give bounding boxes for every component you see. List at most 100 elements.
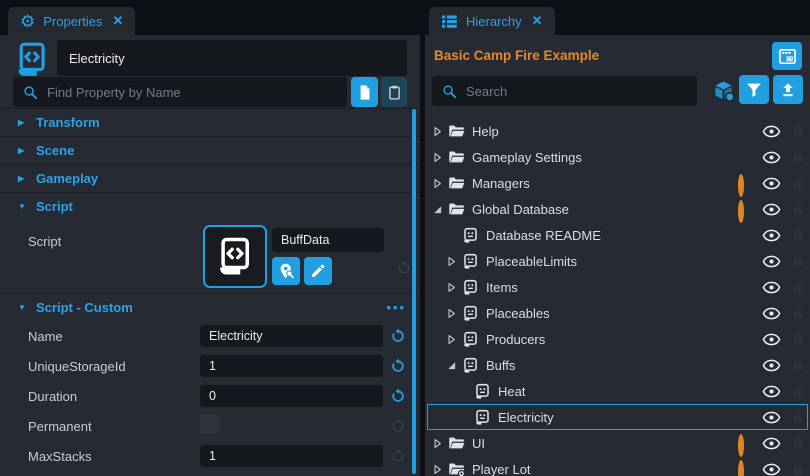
visibility-eye-icon[interactable]: [762, 460, 781, 476]
tree-row-label: Heat: [498, 384, 738, 399]
script-asset-slot[interactable]: [203, 225, 267, 288]
expand-chevron-icon[interactable]: [430, 124, 445, 139]
lock-icon[interactable]: [791, 254, 805, 268]
visibility-eye-icon[interactable]: [762, 200, 781, 219]
lock-icon[interactable]: [791, 384, 805, 398]
find-asset-button[interactable]: [272, 257, 300, 285]
tree-row-producers[interactable]: Producers: [425, 326, 810, 352]
section-script-custom[interactable]: ▼ Script - Custom •••: [0, 293, 420, 321]
visibility-eye-icon[interactable]: [762, 148, 781, 167]
reset-icon[interactable]: [390, 418, 406, 434]
permanent-checkbox[interactable]: [200, 414, 220, 434]
lock-icon[interactable]: [791, 332, 805, 346]
visibility-eye-icon[interactable]: [762, 382, 781, 401]
tree-row-gameplay-settings[interactable]: Gameplay Settings: [425, 144, 810, 170]
tree-row-label: Placeables: [486, 306, 738, 321]
section-gameplay[interactable]: ▶ Gameplay: [0, 164, 420, 192]
section-script[interactable]: ▼ Script: [0, 192, 420, 220]
tree-row-placeablelimits[interactable]: PlaceableLimits: [425, 248, 810, 274]
section-scene[interactable]: ▶ Scene: [0, 136, 420, 164]
script-scroll-icon: [214, 236, 256, 278]
expand-chevron-icon[interactable]: [444, 280, 459, 295]
reset-icon[interactable]: [396, 260, 412, 276]
maxstacks-value-field[interactable]: [200, 445, 383, 467]
tree-row-items[interactable]: Items: [425, 274, 810, 300]
group-objects-cube-icon[interactable]: [712, 79, 736, 103]
tree-row-managers[interactable]: Managers: [425, 170, 810, 196]
property-row-name: Name: [0, 321, 420, 351]
property-label: MaxStacks: [28, 449, 200, 464]
lock-icon[interactable]: [791, 410, 805, 424]
paste-properties-button[interactable]: [381, 77, 407, 107]
lock-icon[interactable]: [791, 202, 805, 216]
collapse-chevron-icon[interactable]: [430, 202, 445, 217]
reset-icon[interactable]: [390, 448, 406, 464]
tree-row-player-lot[interactable]: Player Lot: [425, 456, 810, 476]
duration-value-field[interactable]: [200, 385, 383, 407]
visibility-eye-icon[interactable]: [762, 434, 781, 453]
visibility-eye-icon[interactable]: [762, 356, 781, 375]
more-options-icon[interactable]: •••: [386, 300, 406, 315]
close-icon[interactable]: ✕: [113, 13, 124, 29]
lock-icon[interactable]: [791, 124, 805, 138]
reset-icon[interactable]: [390, 358, 406, 374]
expand-chevron-icon[interactable]: [430, 462, 445, 476]
visibility-eye-icon[interactable]: [762, 226, 781, 245]
tree-row-buffs[interactable]: Buffs: [425, 352, 810, 378]
tree-row-global-database[interactable]: Global Database: [425, 196, 810, 222]
edit-script-button[interactable]: [304, 257, 332, 285]
property-search-box[interactable]: [13, 77, 347, 107]
section-transform[interactable]: ▶ Transform: [0, 108, 420, 136]
lock-icon[interactable]: [791, 150, 805, 164]
visibility-eye-icon[interactable]: [762, 304, 781, 323]
script-asset-name-field[interactable]: [272, 228, 384, 252]
filter-button[interactable]: [739, 75, 769, 104]
tree-row-ui[interactable]: UI: [425, 430, 810, 456]
tab-hierarchy[interactable]: Hierarchy ✕: [429, 7, 555, 35]
expand-chevron-icon[interactable]: [430, 150, 445, 165]
lock-icon[interactable]: [791, 436, 805, 450]
lock-icon[interactable]: [791, 176, 805, 190]
expand-chevron-icon[interactable]: [430, 436, 445, 451]
close-icon[interactable]: ✕: [532, 13, 543, 29]
tree-row-database-readme[interactable]: Database README: [425, 222, 810, 248]
lock-icon[interactable]: [791, 306, 805, 320]
uniquestorageid-value-field[interactable]: [200, 355, 383, 377]
visibility-eye-icon[interactable]: [762, 252, 781, 271]
visibility-eye-icon[interactable]: [762, 122, 781, 141]
object-name-field[interactable]: [57, 40, 407, 76]
visibility-eye-icon[interactable]: [762, 174, 781, 193]
visibility-eye-icon[interactable]: [762, 330, 781, 349]
property-search-input[interactable]: [47, 85, 338, 100]
lock-icon[interactable]: [791, 280, 805, 294]
collapse-chevron-icon[interactable]: [444, 358, 459, 373]
expand-chevron-icon[interactable]: [444, 306, 459, 321]
visibility-eye-icon[interactable]: [762, 408, 781, 427]
tab-properties[interactable]: ⚙ Properties ✕: [8, 7, 135, 35]
lock-icon[interactable]: [791, 462, 805, 476]
lock-icon[interactable]: [791, 358, 805, 372]
expand-chevron-icon[interactable]: [444, 332, 459, 347]
expand-chevron-icon[interactable]: [430, 176, 445, 191]
scene-settings-button[interactable]: [772, 42, 802, 70]
tree-row-label: Managers: [472, 176, 738, 191]
name-value-field[interactable]: [200, 325, 383, 347]
reset-icon[interactable]: [390, 388, 406, 404]
property-row-duration: Duration: [0, 381, 420, 411]
tree-row-label: Database README: [486, 228, 738, 243]
properties-scrollbar[interactable]: [412, 109, 416, 474]
lock-icon[interactable]: [791, 228, 805, 242]
publish-upload-button[interactable]: [773, 75, 803, 104]
visibility-eye-icon[interactable]: [762, 278, 781, 297]
expand-chevron-icon[interactable]: [444, 254, 459, 269]
tree-row-help[interactable]: Help: [425, 118, 810, 144]
hierarchy-search-input[interactable]: [466, 84, 688, 99]
tree-row-placeables[interactable]: Placeables: [425, 300, 810, 326]
tree-row-heat[interactable]: Heat: [425, 378, 810, 404]
tree-row-electricity-selected[interactable]: Electricity: [425, 404, 810, 430]
reset-icon[interactable]: [390, 328, 406, 344]
hierarchy-search-box[interactable]: [432, 76, 697, 106]
copy-properties-button[interactable]: [351, 77, 378, 107]
hierarchy-panel: Basic Camp Fire Example Help: [425, 35, 810, 476]
tree-row-label: Items: [486, 280, 738, 295]
